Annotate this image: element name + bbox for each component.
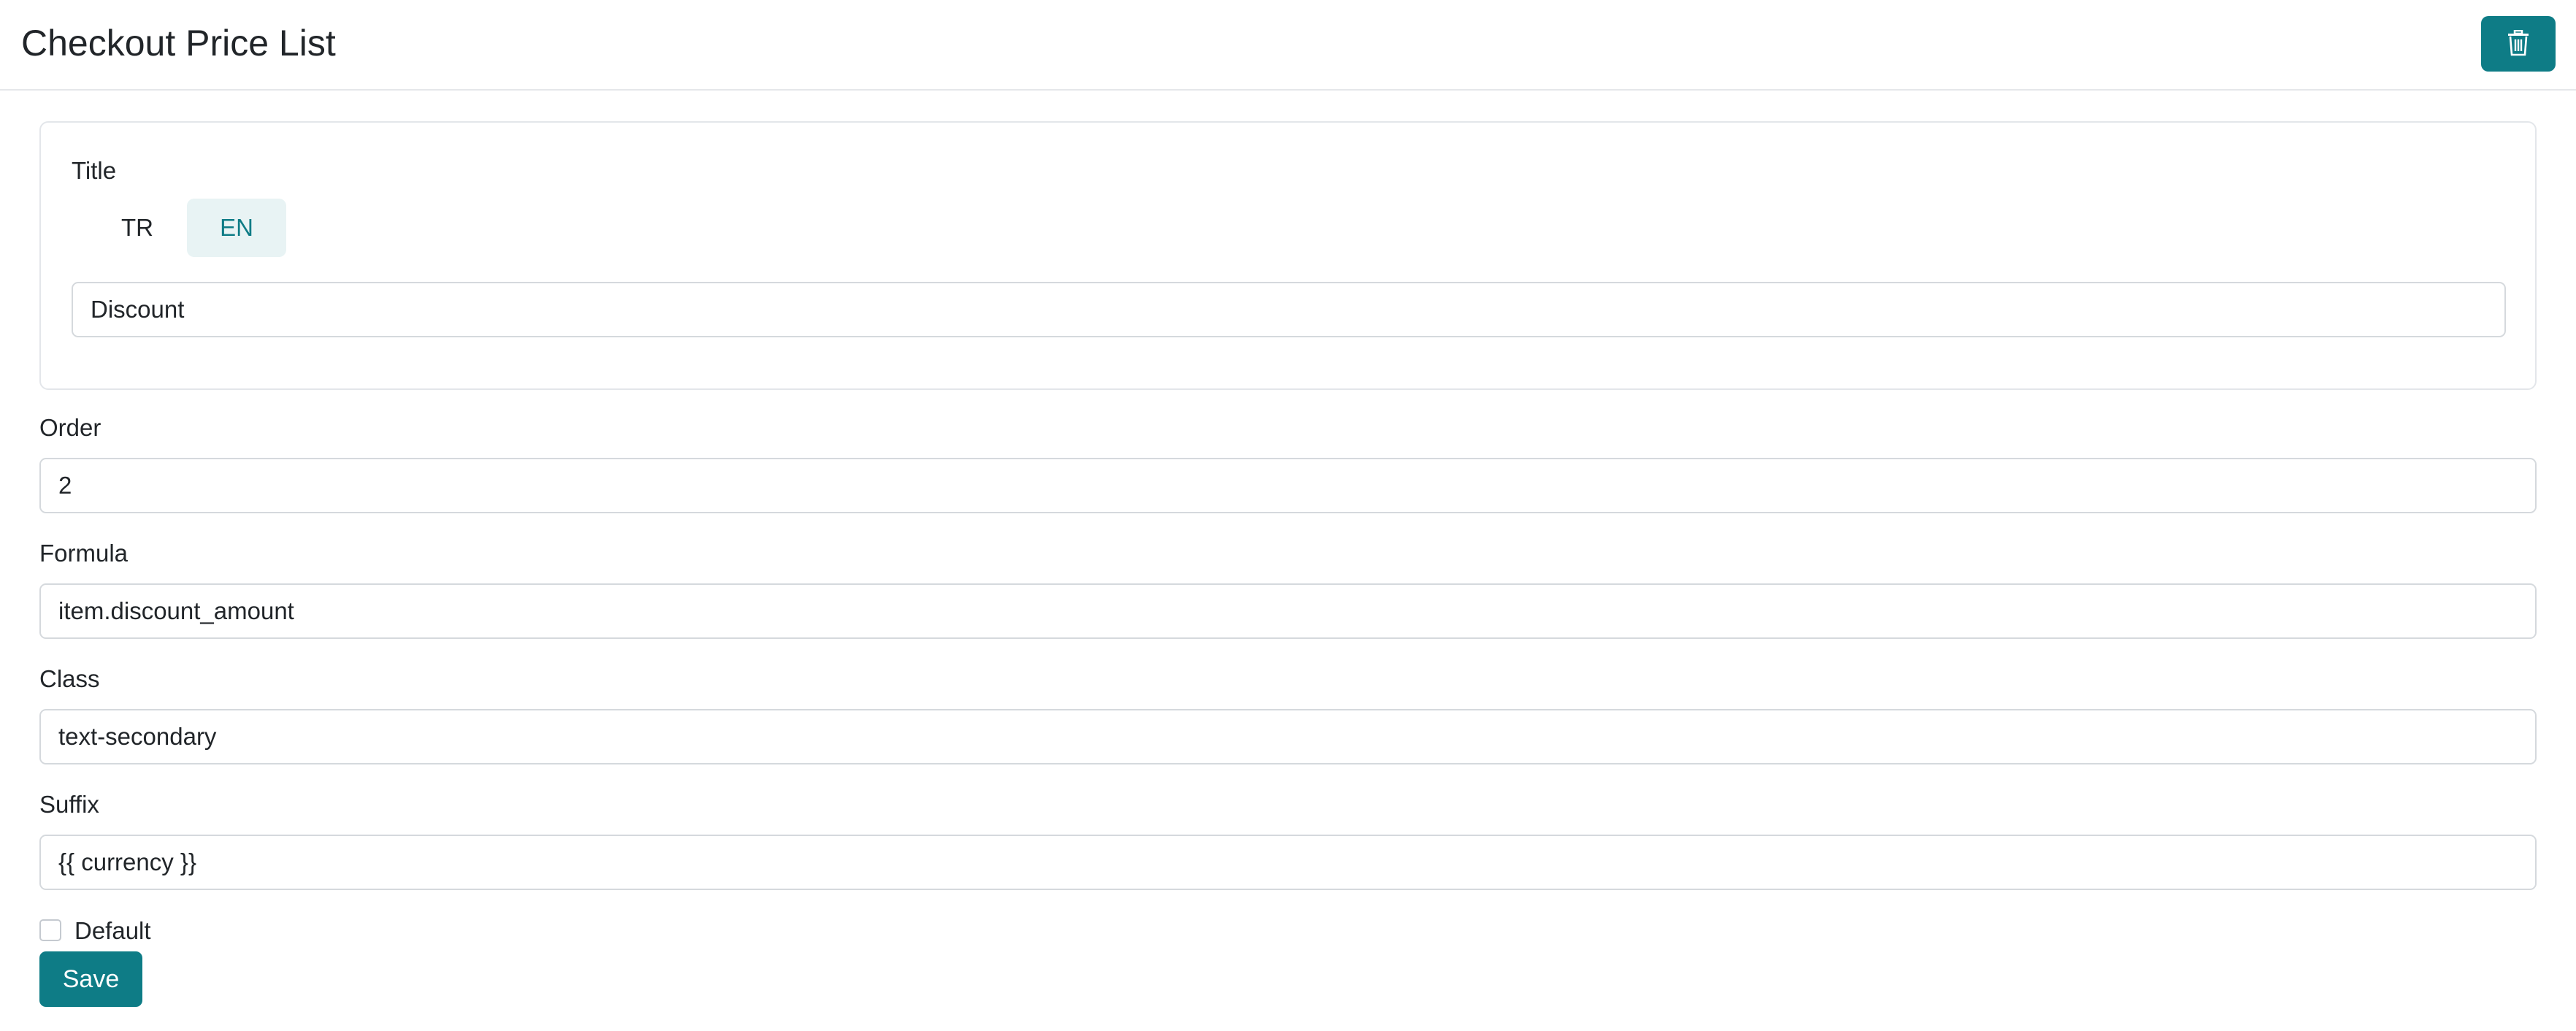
default-checkbox[interactable]	[39, 919, 61, 941]
default-label: Default	[74, 917, 151, 944]
title-card: Title TR EN	[39, 121, 2537, 390]
page-title: Checkout Price List	[21, 23, 336, 64]
title-label: Title	[72, 157, 117, 184]
save-button[interactable]: Save	[39, 951, 142, 1007]
formula-input[interactable]	[39, 583, 2537, 639]
suffix-input[interactable]	[39, 835, 2537, 890]
tab-tr[interactable]: TR	[91, 199, 184, 257]
order-input[interactable]	[39, 458, 2537, 513]
class-label: Class	[39, 665, 100, 692]
class-input[interactable]	[39, 709, 2537, 764]
suffix-label: Suffix	[39, 791, 99, 818]
page-header: Checkout Price List	[0, 0, 2576, 91]
delete-button[interactable]	[2481, 16, 2556, 72]
trash-icon	[2506, 29, 2531, 58]
tab-en[interactable]: EN	[187, 199, 286, 257]
title-input[interactable]	[72, 282, 2506, 337]
order-label: Order	[39, 414, 101, 441]
formula-label: Formula	[39, 540, 129, 567]
